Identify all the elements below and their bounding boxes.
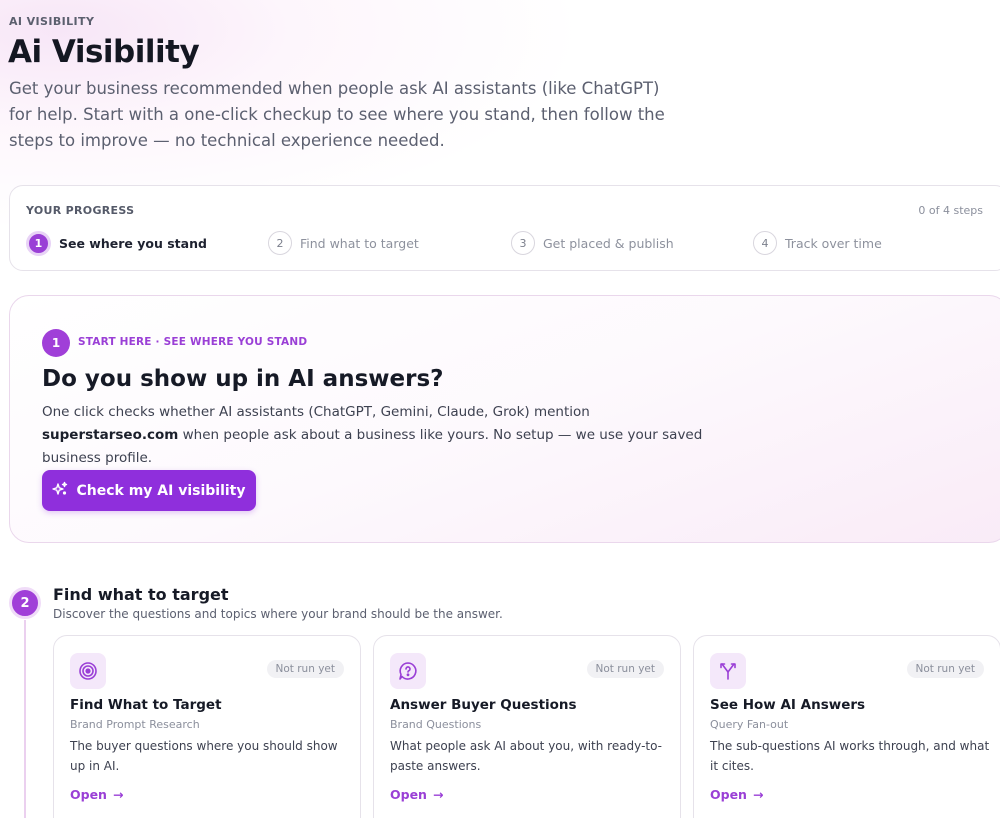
- step-label: Track over time: [785, 235, 882, 251]
- status-badge: Not run yet: [266, 660, 344, 678]
- open-label: Open: [710, 787, 747, 802]
- step-number: 1: [26, 231, 51, 256]
- tool-description: The sub-questions AI works through, and …: [710, 739, 990, 773]
- tool-name: Answer Buyer Questions: [390, 697, 577, 713]
- status-badge: Not run yet: [906, 660, 984, 678]
- progress-step-1[interactable]: 1 See where you stand: [26, 231, 207, 256]
- arrow-right-icon: →: [752, 787, 764, 802]
- tool-card-answer-buyer-questions[interactable]: Not run yet Answer Buyer Questions Brand…: [373, 635, 681, 818]
- section-number-badge: 2: [9, 587, 41, 619]
- progress-step-2[interactable]: 2 Find what to target: [268, 231, 419, 255]
- step-label: Find what to target: [300, 235, 419, 251]
- sparkles-icon: [52, 481, 68, 501]
- progress-card: YOUR PROGRESS 0 of 4 steps 1 See where y…: [9, 185, 1000, 271]
- step-number: 3: [511, 231, 535, 255]
- progress-label: YOUR PROGRESS: [26, 204, 135, 217]
- tool-name: Find What to Target: [70, 697, 222, 713]
- tool-description: The buyer questions where you should sho…: [70, 739, 338, 773]
- tool-subtitle: Brand Questions: [390, 718, 482, 731]
- tool-name: See How AI Answers: [710, 697, 866, 713]
- description-text: One click checks whether AI assistants (…: [42, 404, 590, 420]
- progress-step-3[interactable]: 3 Get placed & publish: [511, 231, 674, 255]
- step-label: See where you stand: [59, 236, 207, 251]
- start-here-eyebrow: START HERE · SEE WHERE YOU STAND: [78, 336, 308, 348]
- start-here-card: 1 START HERE · SEE WHERE YOU STAND Do yo…: [9, 295, 1000, 543]
- tool-subtitle: Query Fan-out: [710, 718, 789, 731]
- check-ai-visibility-button[interactable]: Check my AI visibility: [42, 470, 256, 511]
- fan-out-icon: [710, 653, 746, 689]
- step-label: Get placed & publish: [543, 235, 674, 251]
- page-eyebrow: AI VISIBILITY: [9, 15, 95, 28]
- open-link[interactable]: Open →: [70, 787, 123, 802]
- open-link[interactable]: Open →: [710, 787, 763, 802]
- progress-count: 0 of 4 steps: [918, 204, 983, 217]
- open-link[interactable]: Open →: [390, 787, 443, 802]
- arrow-right-icon: →: [112, 787, 124, 802]
- page-description: Get your business recommended when peopl…: [9, 79, 665, 150]
- tool-description: What people ask AI about you, with ready…: [390, 739, 662, 773]
- tool-card-find-what-to-target[interactable]: Not run yet Find What to Target Brand Pr…: [53, 635, 361, 818]
- tool-card-see-how-ai-answers[interactable]: Not run yet See How AI Answers Query Fan…: [693, 635, 1000, 818]
- section-title: Find what to target: [53, 585, 229, 604]
- start-here-description: One click checks whether AI assistants (…: [42, 401, 722, 470]
- start-here-title: Do you show up in AI answers?: [42, 366, 444, 392]
- step-number: 4: [753, 231, 777, 255]
- open-label: Open: [70, 787, 107, 802]
- status-badge: Not run yet: [586, 660, 664, 678]
- step-badge: 1: [42, 329, 70, 357]
- target-icon: [70, 653, 106, 689]
- step-number: 2: [268, 231, 292, 255]
- business-domain: superstarseo.com: [42, 427, 179, 443]
- question-bubble-icon: [390, 653, 426, 689]
- arrow-right-icon: →: [432, 787, 444, 802]
- open-label: Open: [390, 787, 427, 802]
- tool-subtitle: Brand Prompt Research: [70, 718, 200, 731]
- button-label: Check my AI visibility: [76, 482, 246, 499]
- timeline-line: [24, 620, 26, 818]
- section-description: Discover the questions and topics where …: [53, 607, 503, 621]
- progress-step-4[interactable]: 4 Track over time: [753, 231, 882, 255]
- page-title: Ai Visibility: [8, 34, 200, 70]
